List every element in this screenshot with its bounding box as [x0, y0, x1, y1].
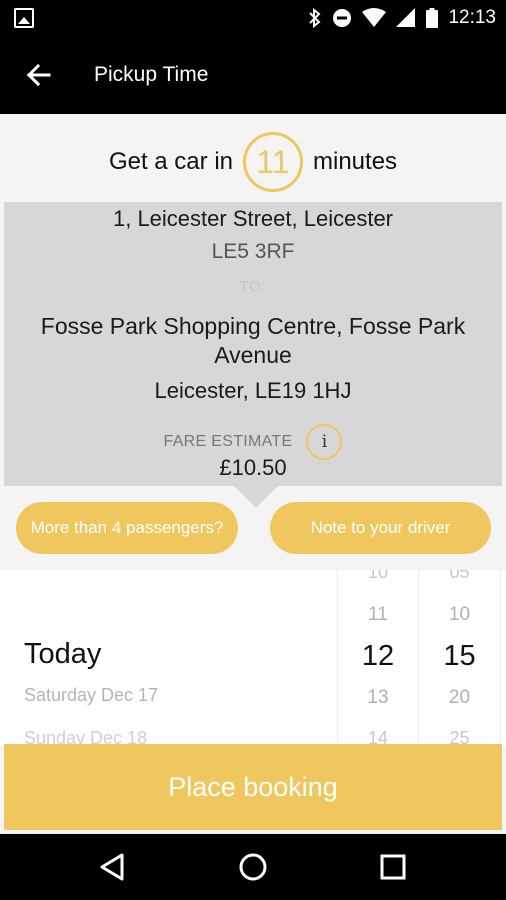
place-booking-button[interactable]: Place booking	[4, 744, 502, 830]
more-passengers-button[interactable]: More than 4 passengers?	[16, 502, 238, 554]
eta-minutes-badge: 11	[243, 132, 303, 192]
hour-wheel[interactable]: 10 11 12 13 14	[337, 570, 419, 746]
nav-back-icon	[100, 853, 124, 881]
arrow-back-icon	[26, 63, 51, 87]
eta-suffix: minutes	[313, 148, 398, 175]
nav-home-icon	[239, 853, 267, 881]
minute-option[interactable]: 05	[419, 570, 500, 583]
card-pointer	[234, 486, 278, 508]
eta-row: Get a car in 11 minutes	[0, 130, 506, 194]
fare-estimate-value: £10.50	[219, 455, 287, 480]
wifi-icon	[362, 8, 387, 27]
day-option[interactable]: Saturday Dec 17	[24, 685, 158, 706]
hour-option-selected[interactable]: 12	[338, 640, 418, 673]
nav-recents-button[interactable]	[374, 848, 412, 886]
hour-option[interactable]: 13	[338, 687, 418, 709]
to-label: TO:	[239, 278, 267, 295]
nav-back-button[interactable]	[94, 848, 132, 886]
eta-prefix: Get a car in	[108, 148, 233, 175]
day-option-selected[interactable]: Today	[24, 638, 101, 671]
route-summary-card: 1, Leicester Street, Leicester LE5 3RF T…	[4, 202, 502, 508]
app-bar: Pickup Time	[0, 36, 506, 114]
signal-icon	[396, 8, 416, 27]
back-button[interactable]	[22, 58, 56, 92]
destination-address: Fosse Park Shopping Centre, Fosse Park A…	[40, 313, 466, 368]
hour-option[interactable]: 10	[338, 570, 418, 583]
minute-option[interactable]: 20	[419, 687, 500, 709]
hour-option[interactable]: 11	[338, 604, 418, 626]
pickup-postcode: LE5 3RF	[211, 240, 295, 263]
do-not-disturb-icon	[333, 9, 352, 27]
bluetooth-icon	[309, 8, 321, 28]
page-title: Pickup Time	[94, 63, 209, 86]
minute-wheel[interactable]: 05 10 15 20 25	[419, 570, 501, 746]
gallery-icon	[14, 8, 34, 28]
main-content: Get a car in 11 minutes 1, Leicester Str…	[0, 114, 506, 834]
minute-option[interactable]: 10	[419, 604, 500, 626]
destination-postcode: Leicester, LE19 1HJ	[154, 378, 352, 403]
status-bar: 12:13	[0, 0, 506, 36]
battery-icon	[426, 8, 439, 28]
minute-option-selected[interactable]: 15	[419, 640, 500, 673]
pickup-address: 1, Leicester Street, Leicester	[112, 206, 394, 231]
nav-recents-icon	[380, 854, 406, 880]
system-nav-bar	[0, 834, 506, 900]
nav-home-button[interactable]	[234, 848, 272, 886]
status-time: 12:13	[448, 7, 496, 28]
status-icons: 12:13	[308, 6, 496, 30]
driver-note-button[interactable]: Note to your driver	[270, 502, 491, 554]
fare-estimate-label: FARE ESTIMATE	[163, 433, 293, 450]
pickup-time-picker[interactable]: Today Saturday Dec 17 Sunday Dec 18 10 1…	[0, 570, 506, 746]
